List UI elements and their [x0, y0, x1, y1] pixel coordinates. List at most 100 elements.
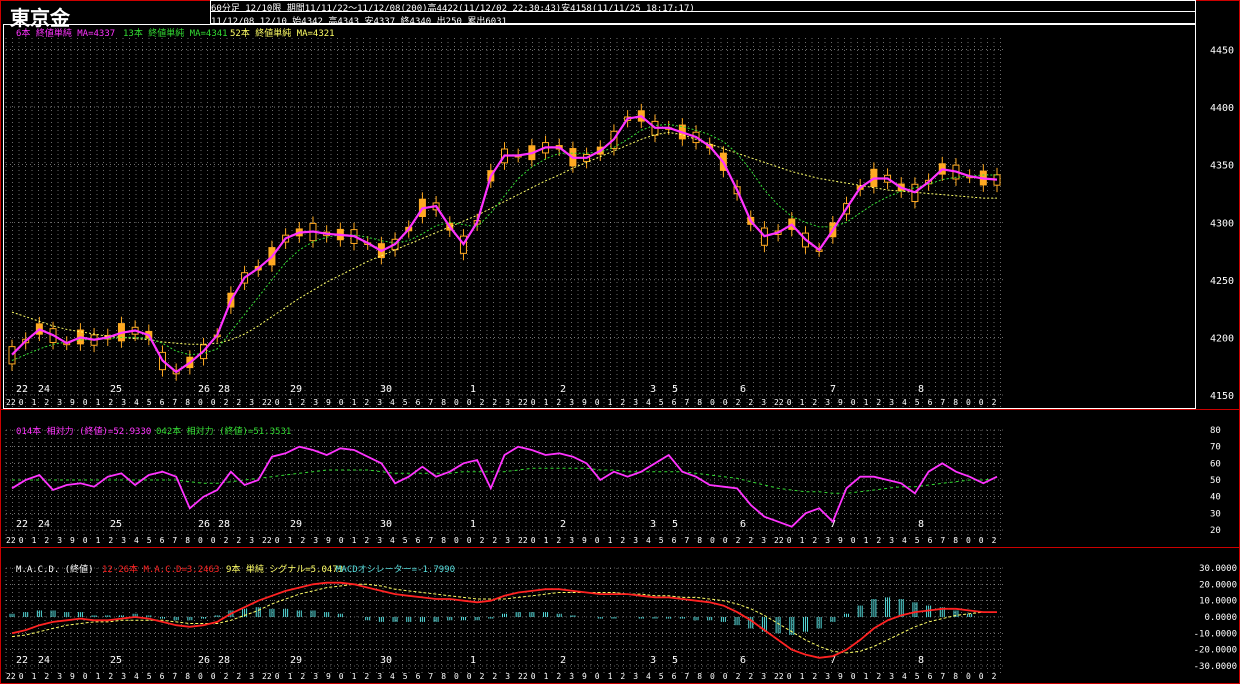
hour-label: 2	[224, 398, 229, 407]
hour-label: 22	[774, 398, 784, 407]
hour-label: 5	[147, 398, 152, 407]
hour-label: 5	[403, 536, 408, 545]
hour-label: 2	[992, 672, 997, 681]
hour-label: 9	[70, 398, 75, 407]
date-label: 8	[918, 384, 924, 395]
date-label: 7	[830, 384, 836, 395]
hour-label: 1	[544, 398, 549, 407]
price-tick-label: 4400	[1210, 103, 1234, 114]
legend-oscillator: MACDオシレーター=-1.7990	[336, 564, 455, 575]
hour-label: 0	[595, 536, 600, 545]
macd-line	[11, 581, 997, 659]
hour-label: 4	[902, 398, 907, 407]
legend-rsi14: 014本 相対力 (終値)=52.9330	[16, 425, 151, 437]
hour-label: 0	[531, 398, 536, 407]
hour-label: 0	[467, 672, 472, 681]
hour-label: 4	[646, 398, 651, 407]
hour-label: 2	[492, 672, 497, 681]
date-label: 3	[650, 519, 656, 530]
hour-label: 3	[569, 672, 574, 681]
hour-label: 0	[19, 398, 24, 407]
hour-label: 1	[96, 672, 101, 681]
signal-line	[11, 583, 997, 654]
hour-label: 8	[697, 398, 702, 407]
hour-label: 8	[185, 536, 190, 545]
hour-label: 2	[620, 398, 625, 407]
hour-label: 1	[288, 672, 293, 681]
hour-label: 6	[416, 398, 421, 407]
hour-label: 0	[454, 672, 459, 681]
hour-label: 7	[172, 398, 177, 407]
legend-macd: 12-26本 M.A.C.D=3.2463	[102, 563, 219, 575]
hour-label: 0	[979, 536, 984, 545]
hour-label: 0	[851, 672, 856, 681]
hour-label: 3	[505, 672, 510, 681]
price-tick-label: 4450	[1210, 46, 1234, 57]
chart-canvas[interactable]: 4150420042504300435044004450203040506070…	[0, 0, 1240, 684]
hour-label: 3	[377, 672, 382, 681]
hour-label: 5	[915, 536, 920, 545]
hour-label: 1	[32, 398, 37, 407]
hour-label: 4	[646, 536, 651, 545]
hour-label: 22	[6, 536, 16, 545]
hour-label: 7	[172, 672, 177, 681]
macd-tick-label: 20.0000	[1199, 580, 1237, 590]
hour-label: 0	[710, 398, 715, 407]
rsi-tick-label: 50	[1210, 476, 1221, 486]
hour-label: 2	[480, 672, 485, 681]
hour-label: 6	[928, 536, 933, 545]
hour-label: 8	[953, 672, 958, 681]
hour-label: 7	[172, 536, 177, 545]
outer-border	[0, 0, 1240, 684]
legend-signal: 9本 単純 シグナル=5.0473	[226, 563, 343, 575]
hour-label: 2	[492, 536, 497, 545]
hour-label: 6	[416, 536, 421, 545]
date-label: 6	[740, 519, 746, 530]
hour-label: 22	[262, 398, 272, 407]
hour-label: 5	[659, 398, 664, 407]
hour-label: 0	[595, 398, 600, 407]
hour-label: 0	[966, 398, 971, 407]
hour-label: 7	[428, 398, 433, 407]
candle-body	[8, 346, 16, 365]
hour-label: 1	[288, 536, 293, 545]
hour-label: 0	[595, 672, 600, 681]
hour-label: 9	[838, 398, 843, 407]
price-tick-label: 4300	[1210, 218, 1234, 229]
hour-label: 2	[620, 536, 625, 545]
hour-label: 9	[838, 536, 843, 545]
hour-label: 0	[467, 398, 472, 407]
date-label: 26	[198, 519, 210, 530]
hour-label: 3	[57, 672, 62, 681]
date-label: 24	[38, 655, 50, 666]
date-label: 3	[650, 655, 656, 666]
date-label: 28	[218, 384, 230, 395]
hour-label: 4	[390, 398, 395, 407]
hour-label: 9	[70, 672, 75, 681]
hour-label: 2	[736, 398, 741, 407]
price-panel	[8, 103, 1001, 381]
hour-label: 1	[608, 398, 613, 407]
hour-label: 0	[710, 672, 715, 681]
date-label: 5	[672, 655, 678, 666]
hour-label: 3	[249, 398, 254, 407]
hour-label: 4	[902, 536, 907, 545]
hour-label: 2	[620, 672, 625, 681]
hour-label: 3	[377, 536, 382, 545]
hour-label: 0	[275, 398, 280, 407]
hour-label: 0	[851, 536, 856, 545]
hour-label: 2	[556, 398, 561, 407]
macd-panel	[9, 581, 997, 659]
ma6-line	[11, 115, 998, 374]
price-tick-label: 4150	[1210, 391, 1234, 402]
hour-label: 5	[659, 672, 664, 681]
date-label: 26	[198, 655, 210, 666]
price-panel-frame	[3, 24, 1196, 409]
hour-label: 22	[518, 672, 528, 681]
date-label: 22	[16, 519, 28, 530]
hour-label: 0	[787, 536, 792, 545]
price-tick-label: 4200	[1210, 333, 1234, 344]
hour-label: 5	[147, 672, 152, 681]
chart-window: 東京金 60分足 12/10限 期間11/11/22～11/12/08(200)…	[0, 0, 1240, 684]
hour-label: 0	[851, 398, 856, 407]
